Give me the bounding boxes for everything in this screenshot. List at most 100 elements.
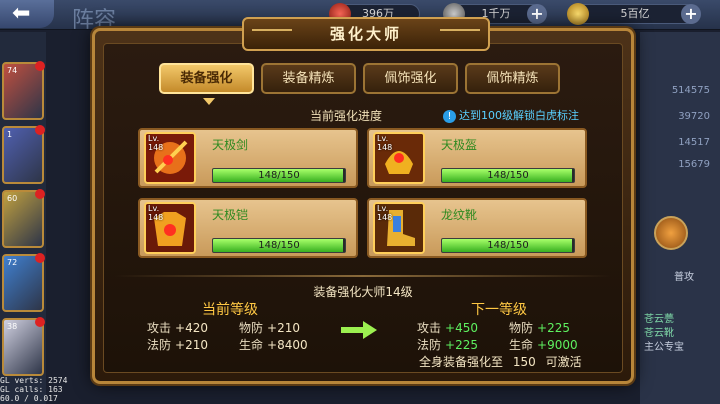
hero-stats-panel: 514575 39720 14517 15679 普攻 苍云甍 苍云靴 主公专宝: [640, 32, 720, 404]
stat-key: 生命: [239, 338, 264, 352]
dialog-title-plate: 强化大师: [242, 17, 490, 51]
info-icon: !: [443, 110, 456, 123]
stat-value: 14517: [678, 137, 710, 148]
stat-key: 攻击: [147, 321, 172, 335]
enhance-progress-bar: 148/150: [441, 238, 575, 253]
equipment-name: 龙纹靴: [441, 208, 478, 222]
stat-value: +210: [267, 321, 300, 335]
equipment-card-boots[interactable]: Lv. 148 龙纹靴 148/150: [367, 198, 587, 258]
progress-text: 148/150: [258, 240, 300, 251]
level-prefix: Lv.: [148, 204, 160, 213]
stat-value: +225: [445, 338, 478, 352]
equipment-card-helmet[interactable]: Lv. 148 天极盔 148/150: [367, 128, 587, 188]
hero-slot[interactable]: 60: [2, 189, 45, 248]
gold-resource: 5百亿 +: [567, 3, 701, 25]
enhance-master-dialog: 强化大师 装备强化 装备精炼 佩饰强化 佩饰精炼 当前强化进度 ! 达到100级解…: [92, 17, 634, 384]
current-magic-def: 法防 +210: [147, 336, 208, 353]
add-silver-button[interactable]: +: [527, 4, 547, 24]
equipment-level: Lv. 148: [377, 204, 392, 222]
stat-value: +210: [175, 338, 208, 352]
back-button[interactable]: ⬅: [0, 0, 54, 28]
dialog-title: 强化大师: [329, 25, 402, 43]
equipment-card-armor[interactable]: Lv. 148 天极铠 148/150: [138, 198, 358, 258]
notification-dot: [35, 125, 45, 135]
current-phys-def: 物防 +210: [239, 319, 300, 336]
progress-text: 148/150: [487, 240, 529, 251]
stat-value: +225: [537, 321, 570, 335]
equipment-level: Lv. 148: [377, 134, 392, 152]
active-tab-indicator-icon: [203, 98, 215, 105]
equipment-slot[interactable]: Lv. 148: [373, 202, 425, 254]
tab-accessory-enhance[interactable]: 佩饰强化: [363, 63, 458, 94]
equipment-level: Lv. 148: [148, 204, 163, 222]
hero-level: 74: [7, 66, 18, 75]
skill-icon[interactable]: [654, 216, 688, 250]
level-number: 148: [148, 143, 164, 152]
progress-text: 148/150: [258, 170, 300, 181]
hero-slot[interactable]: 74: [2, 61, 45, 120]
unlock-hint-text: 达到100级解锁白虎标注: [459, 109, 579, 122]
stat-key: 法防: [147, 338, 172, 352]
enhance-progress-bar: 148/150: [441, 168, 575, 183]
hero-slot[interactable]: 1: [2, 125, 45, 184]
hero-level: 72: [7, 258, 18, 267]
activation-requirement: 全身装备强化至 150 可激活: [419, 353, 582, 370]
level-number: 148: [377, 143, 393, 152]
enhance-progress-bar: 148/150: [212, 168, 346, 183]
treasure-line: 苍云甍: [644, 314, 674, 325]
unlock-hint[interactable]: ! 达到100级解锁白虎标注: [443, 107, 579, 123]
level-number: 148: [148, 213, 164, 222]
progress-text: 148/150: [487, 170, 529, 181]
debug-line: GL verts: 2574: [0, 376, 68, 385]
equipment-name: 天极铠: [212, 208, 249, 222]
equipment-slot[interactable]: Lv. 148: [373, 132, 425, 184]
hero-slot[interactable]: 72: [2, 253, 45, 312]
current-hp: 生命 +8400: [239, 336, 308, 353]
section-divider: [115, 275, 611, 277]
equipment-level: Lv. 148: [148, 134, 163, 152]
stat-key: 生命: [509, 338, 534, 352]
add-gold-button[interactable]: +: [681, 4, 701, 24]
gold-value: 5百亿: [620, 7, 650, 20]
hero-level: 60: [7, 194, 18, 203]
next-attack: 攻击 +450: [417, 319, 478, 336]
equipment-name: 天极剑: [212, 138, 249, 152]
treasure-line: 主公专宝: [644, 342, 684, 353]
hero-level: 1: [7, 130, 13, 139]
stat-value: 39720: [678, 111, 710, 122]
tab-equip-refine[interactable]: 装备精炼: [261, 63, 356, 94]
equipment-slot[interactable]: Lv. 148: [144, 132, 196, 184]
notification-dot: [35, 189, 45, 199]
progress-title: 当前强化进度: [310, 109, 383, 123]
ornament-icon: [252, 29, 292, 37]
treasure-line: 苍云靴: [644, 328, 674, 339]
equipment-slot[interactable]: Lv. 148: [144, 202, 196, 254]
debug-line: GL calls: 163: [0, 385, 63, 394]
hero-list: 74 1 60 72 38: [0, 32, 46, 404]
stat-key: 攻击: [417, 321, 442, 335]
tab-bar: 装备强化 装备精炼 佩饰强化 佩饰精炼: [159, 63, 569, 95]
tab-equip-enhance[interactable]: 装备强化: [159, 63, 254, 94]
master-level-label: 装备强化大师14级: [313, 285, 413, 299]
ornament-icon: [440, 29, 480, 37]
level-prefix: Lv.: [377, 204, 389, 213]
stat-value: +9000: [537, 338, 578, 352]
notification-dot: [35, 253, 45, 263]
gold-icon: [567, 3, 589, 25]
stat-value: 15679: [678, 159, 710, 170]
stat-key: 法防: [417, 338, 442, 352]
tab-accessory-refine[interactable]: 佩饰精炼: [465, 63, 560, 94]
hero-slot[interactable]: 38: [2, 317, 45, 376]
stat-value: +420: [175, 321, 208, 335]
equipment-name: 天极盔: [441, 138, 478, 152]
debug-overlay: GL verts: 2574 GL calls: 163 60.0 / 0.01…: [0, 376, 67, 403]
requirement-text: 全身装备强化至: [419, 355, 504, 369]
level-prefix: Lv.: [377, 134, 389, 143]
next-magic-def: 法防 +225: [417, 336, 478, 353]
stat-value: +450: [445, 321, 478, 335]
next-hp: 生命 +9000: [509, 336, 578, 353]
requirement-suffix: 可激活: [545, 355, 582, 369]
equipment-card-weapon[interactable]: Lv. 148 天极剑 148/150: [138, 128, 358, 188]
stat-value: +8400: [267, 338, 308, 352]
skill-label: 普攻: [674, 272, 694, 283]
